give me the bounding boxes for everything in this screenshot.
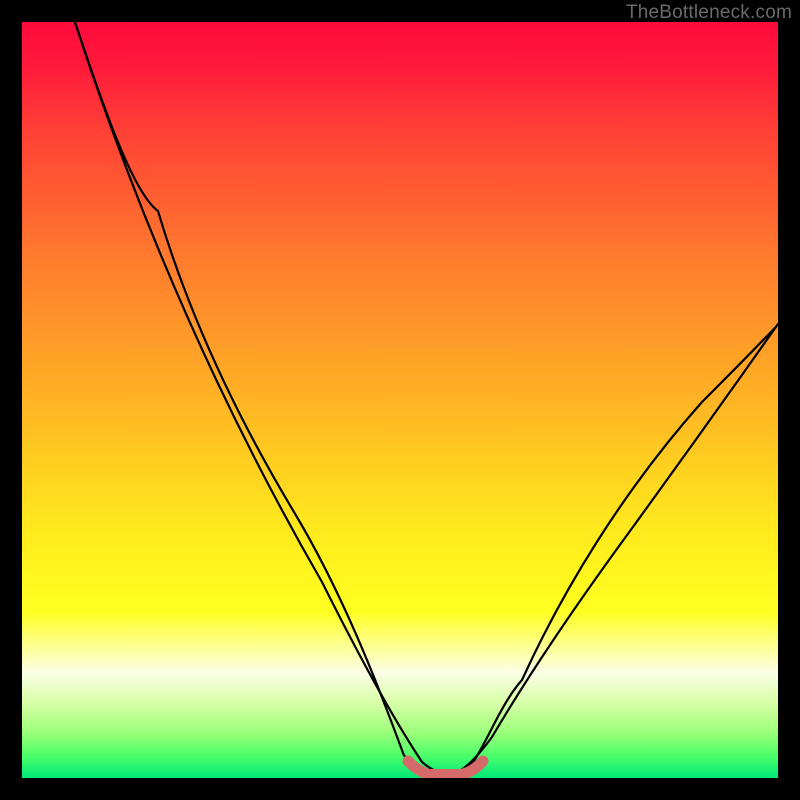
plot-area xyxy=(22,22,778,778)
chart-container: TheBottleneck.com xyxy=(0,0,800,800)
chart-svg xyxy=(22,22,778,778)
bottleneck-black-curve xyxy=(75,22,778,775)
bottleneck-black-curve-smooth xyxy=(75,22,778,774)
watermark-text: TheBottleneck.com xyxy=(626,2,792,24)
